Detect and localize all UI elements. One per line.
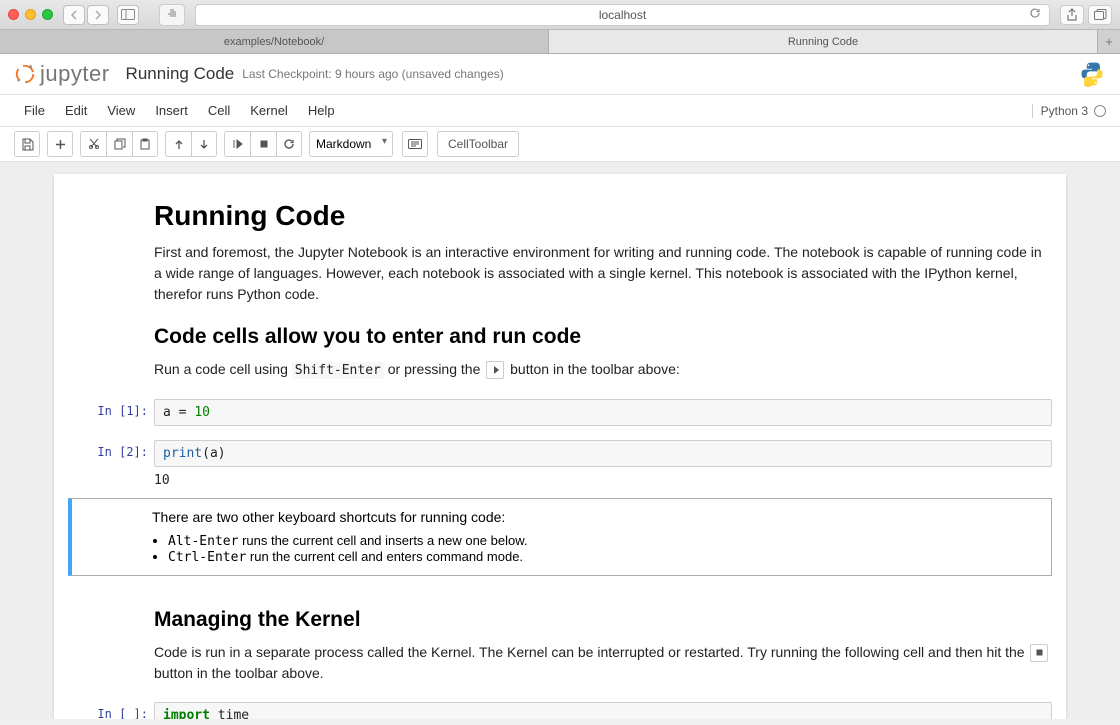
markdown-cell-selected[interactable]: There are two other keyboard shortcuts f… [68, 498, 1052, 576]
url-text: localhost [599, 8, 646, 22]
python-logo-icon [1078, 60, 1106, 88]
close-window-button[interactable] [8, 9, 19, 20]
code-input[interactable]: print(a) [154, 440, 1052, 467]
extension-button[interactable] [159, 4, 185, 26]
input-prompt: In [1]: [68, 399, 154, 426]
forward-button[interactable] [87, 5, 109, 25]
browser-tab-0[interactable]: examples/Notebook/ [0, 30, 549, 53]
sidebar-toggle-button[interactable] [117, 5, 139, 25]
paragraph: There are two other keyboard shortcuts f… [152, 509, 1037, 525]
jupyter-logo-icon [14, 63, 36, 85]
menu-cell[interactable]: Cell [198, 97, 240, 124]
run-button[interactable] [224, 131, 250, 157]
menu-insert[interactable]: Insert [145, 97, 198, 124]
add-cell-button[interactable] [47, 131, 73, 157]
code-cell[interactable]: In [2]: print(a) [54, 438, 1066, 469]
url-bar[interactable]: localhost [195, 4, 1050, 26]
cut-button[interactable] [80, 131, 106, 157]
menu-view[interactable]: View [97, 97, 145, 124]
maximize-window-button[interactable] [42, 9, 53, 20]
jupyter-header: jupyter Running Code Last Checkpoint: 9 … [0, 54, 1120, 95]
jupyter-logo[interactable]: jupyter [14, 61, 110, 87]
paragraph: First and foremost, the Jupyter Notebook… [154, 242, 1052, 305]
code-input[interactable]: import time [154, 702, 1052, 720]
heading-2: Managing the Kernel [154, 608, 1052, 632]
notebook-paper: Running Code First and foremost, the Jup… [54, 174, 1066, 719]
checkpoint-text: Last Checkpoint: 9 hours ago (unsaved ch… [242, 67, 504, 81]
notebook-name[interactable]: Running Code [126, 64, 235, 84]
new-tab-button[interactable]: + [1098, 30, 1120, 53]
input-prompt: In [ ]: [68, 702, 154, 720]
command-palette-button[interactable] [402, 131, 428, 157]
list-item: Ctrl-Enter run the current cell and ente… [168, 549, 1037, 565]
cell-output: 10 [54, 469, 1066, 492]
back-button[interactable] [63, 5, 85, 25]
notebook-area[interactable]: Running Code First and foremost, the Jup… [0, 162, 1120, 719]
browser-titlebar: localhost [0, 0, 1120, 30]
minimize-window-button[interactable] [25, 9, 36, 20]
paragraph: Code is run in a separate process called… [154, 642, 1052, 684]
kernel-indicator[interactable]: Python 3 [1032, 104, 1106, 118]
menu-file[interactable]: File [14, 97, 55, 124]
move-up-button[interactable] [165, 131, 191, 157]
celltoolbar-button[interactable]: CellToolbar [437, 131, 519, 157]
list: Alt-Enter runs the current cell and inse… [168, 533, 1037, 565]
heading-2: Code cells allow you to enter and run co… [154, 325, 1052, 349]
paragraph: Run a code cell using Shift-Enter or pre… [154, 359, 1052, 381]
list-item: Alt-Enter runs the current cell and inse… [168, 533, 1037, 549]
restart-button[interactable] [276, 131, 302, 157]
menu-edit[interactable]: Edit [55, 97, 97, 124]
cell-type-select[interactable]: Markdown [309, 131, 393, 157]
toolbar: Markdown CellToolbar [0, 127, 1120, 162]
code-cell[interactable]: In [1]: a = 10 [54, 397, 1066, 428]
paste-button[interactable] [132, 131, 158, 157]
tabs-button[interactable] [1088, 5, 1112, 25]
code-input[interactable]: a = 10 [154, 399, 1052, 426]
input-prompt: In [2]: [68, 440, 154, 467]
menu-kernel[interactable]: Kernel [240, 97, 298, 124]
browser-tab-strip: examples/Notebook/ Running Code + [0, 30, 1120, 54]
menu-bar: File Edit View Insert Cell Kernel Help P… [0, 95, 1120, 127]
code-cell[interactable]: In [ ]: import time [54, 700, 1066, 720]
kernel-status-icon [1094, 105, 1106, 117]
heading-1: Running Code [154, 200, 1052, 232]
browser-tab-1[interactable]: Running Code [549, 30, 1098, 53]
interrupt-button[interactable] [250, 131, 276, 157]
traffic-lights [8, 9, 53, 20]
run-icon [486, 361, 504, 379]
save-button[interactable] [14, 131, 40, 157]
markdown-cell[interactable]: Running Code First and foremost, the Jup… [54, 174, 1066, 397]
reload-icon[interactable] [1029, 7, 1041, 22]
move-down-button[interactable] [191, 131, 217, 157]
stop-icon [1030, 644, 1048, 662]
share-button[interactable] [1060, 5, 1084, 25]
markdown-cell[interactable]: Managing the Kernel Code is run in a sep… [54, 582, 1066, 700]
copy-button[interactable] [106, 131, 132, 157]
menu-help[interactable]: Help [298, 97, 345, 124]
